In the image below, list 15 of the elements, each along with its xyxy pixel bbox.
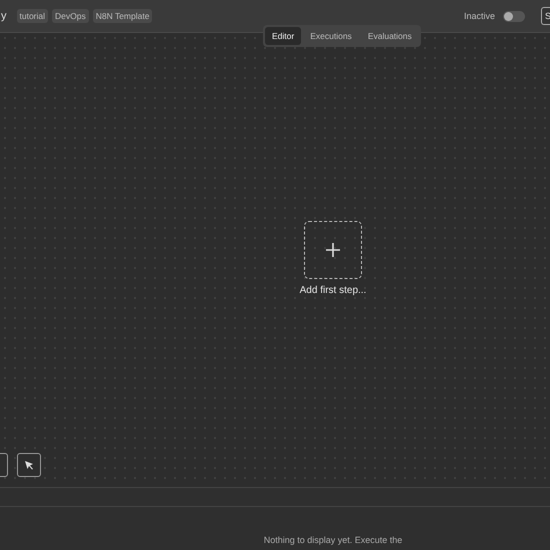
workflow-title: y — [1, 10, 6, 22]
status-label: Inactive — [464, 11, 495, 21]
cursor-button[interactable] — [17, 453, 41, 477]
tag[interactable]: DevOps — [52, 9, 89, 23]
tag[interactable]: N8N Template — [92, 9, 152, 23]
add-step-label: Add first step... — [300, 285, 366, 296]
view-tab[interactable]: Executions — [303, 27, 359, 45]
add-step-button[interactable] — [304, 221, 362, 279]
tag[interactable]: tutorial — [16, 9, 48, 23]
view-tab[interactable]: Editor — [265, 27, 302, 45]
view-tab[interactable]: Evaluations — [360, 27, 419, 45]
empty-logs-message: Nothing to display yet. Execute the — [262, 534, 404, 547]
active-toggle[interactable] — [503, 10, 525, 22]
cursor-icon — [24, 460, 34, 470]
plus-icon — [325, 242, 341, 258]
